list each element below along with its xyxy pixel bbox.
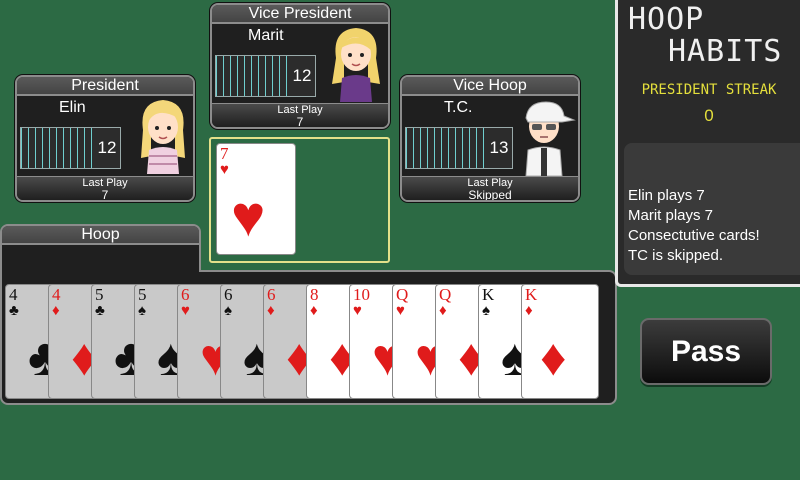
card-rank: 5 <box>95 285 104 304</box>
heart-icon: ♥ <box>353 302 362 319</box>
heart-icon: ♥ <box>396 302 405 319</box>
played-card: 7 ♥ ♥ <box>216 143 296 255</box>
card-rank: 6 <box>224 285 233 304</box>
club-icon: ♣ <box>95 302 105 319</box>
last-play-value: Skipped <box>468 188 512 202</box>
log-line: Consectutive cards! <box>628 227 760 244</box>
hoop-habits-logo: HOOP HABITS <box>628 4 800 68</box>
player-name: T.C. <box>444 99 473 116</box>
hand-tab-joint <box>2 268 199 273</box>
hand-tab: Hoop <box>0 224 201 272</box>
marit-avatar-icon <box>332 28 380 102</box>
logo-line-2: HABITS <box>668 34 783 69</box>
card-rank: 4 <box>52 285 61 304</box>
last-play-value: 7 <box>296 115 304 129</box>
tc-avatar-icon <box>525 101 576 176</box>
card-count: 12 <box>289 56 315 96</box>
card-rank: K <box>525 285 538 304</box>
card-back-stack: 13 <box>405 127 513 169</box>
player-role: President <box>17 77 193 96</box>
diamond-icon: ♦ <box>310 302 318 319</box>
card-rank: 4 <box>9 285 18 304</box>
player-panel-president: President Elin 12 Last Play 7 <box>15 75 195 202</box>
heart-icon: ♥ <box>231 184 266 249</box>
card-rank: 10 <box>353 285 370 304</box>
diamond-icon: ♦ <box>267 302 275 319</box>
streak-label: PRESIDENT STREAK <box>641 82 777 98</box>
card-rank: Q <box>439 285 452 304</box>
player-panel-vice-president: Vice President Marit 12 Last Play 7 <box>210 3 390 129</box>
player-name: Marit <box>248 27 284 44</box>
card-count: 13 <box>486 128 512 168</box>
card-back-stack: 12 <box>215 55 316 97</box>
hand-card[interactable]: K ♦ ♦ <box>521 284 599 399</box>
last-play-value: 7 <box>101 188 109 202</box>
heart-icon: ♥ <box>181 302 190 319</box>
card-rank: Q <box>396 285 409 304</box>
player-role: Vice President <box>212 5 388 24</box>
log-line: Marit plays 7 <box>628 207 714 224</box>
diamond-icon: ♦ <box>540 329 567 387</box>
card-rank: K <box>482 285 495 304</box>
pass-button[interactable]: Pass <box>640 318 772 385</box>
spade-icon: ♠ <box>482 302 490 319</box>
log-line: Elin plays 7 <box>628 187 705 204</box>
last-play: Last Play Skipped <box>402 176 578 200</box>
spade-icon: ♠ <box>224 302 232 319</box>
card-count: 12 <box>94 128 120 168</box>
card-rank: 5 <box>138 285 147 304</box>
card-rank: 8 <box>310 285 319 304</box>
streak-value: 0 <box>704 106 714 125</box>
card-rank: 6 <box>267 285 276 304</box>
player-role: Vice Hoop <box>402 77 578 96</box>
play-area: 7 ♥ ♥ <box>209 137 390 263</box>
sidebar: HOOP HABITS PRESIDENT STREAK 0 Elin play… <box>615 0 800 287</box>
player-panel-vice-hoop: Vice Hoop T.C. 13 Last Play Skipped <box>400 75 580 202</box>
club-icon: ♣ <box>9 302 19 319</box>
card-rank: 7 <box>220 144 229 163</box>
logo-line-1: HOOP <box>628 2 705 37</box>
diamond-icon: ♦ <box>439 302 447 319</box>
card-back-stack: 12 <box>20 127 121 169</box>
hand-title: Hoop <box>2 226 199 245</box>
elin-avatar-icon <box>141 100 185 174</box>
last-play: Last Play 7 <box>17 176 193 200</box>
diamond-icon: ♦ <box>525 302 533 319</box>
diamond-icon: ♦ <box>52 302 60 319</box>
heart-icon: ♥ <box>220 161 229 178</box>
log-line: TC is skipped. <box>628 247 724 264</box>
card-rank: 6 <box>181 285 190 304</box>
last-play: Last Play 7 <box>212 103 388 127</box>
spade-icon: ♠ <box>138 302 146 319</box>
game-log: Elin plays 7 Marit plays 7 Consectutive … <box>624 143 800 275</box>
player-name: Elin <box>59 99 86 116</box>
